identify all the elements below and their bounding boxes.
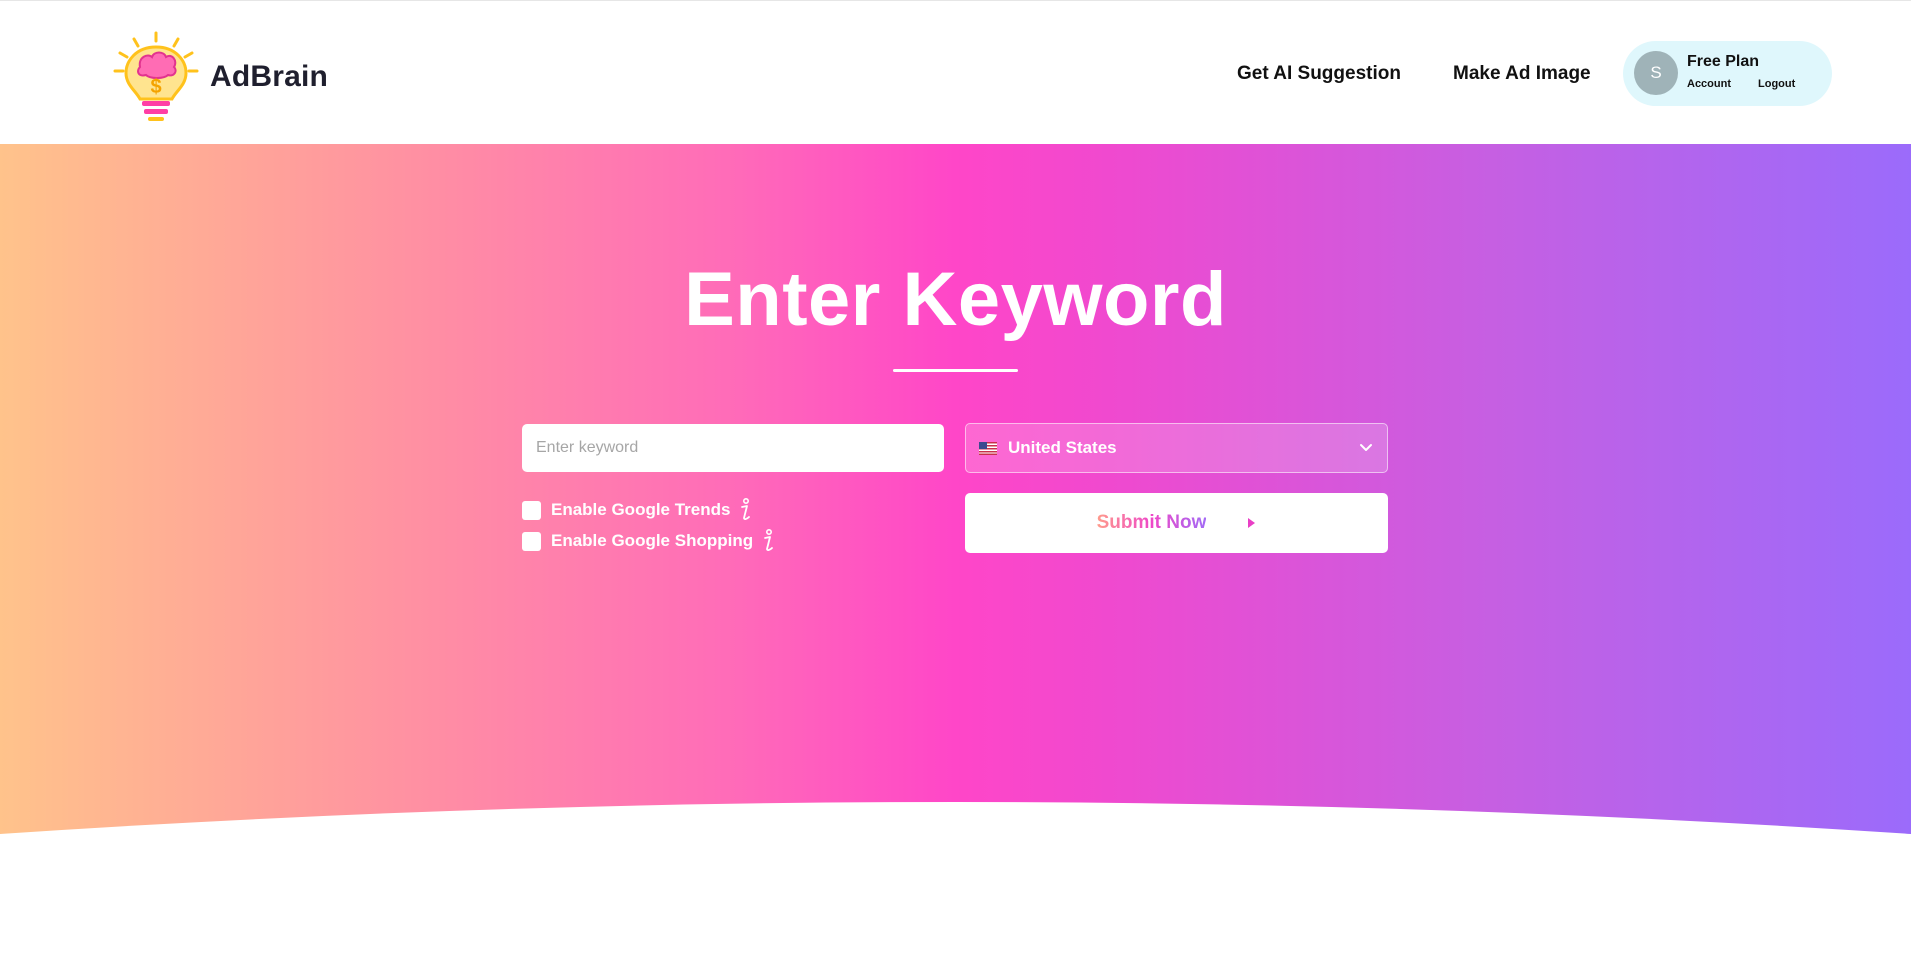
svg-text:$: $	[150, 76, 161, 98]
google-trends-option: Enable Google Trends	[522, 498, 752, 522]
hero-bottom-curve	[0, 802, 1911, 850]
google-trends-checkbox[interactable]	[522, 500, 541, 520]
page: $ AdBrain Get AI Suggestion Make Ad Imag…	[0, 0, 1911, 970]
plan-name: Free Plan	[1687, 53, 1760, 70]
us-flag-icon	[979, 442, 997, 455]
country-select[interactable]: United States	[965, 423, 1388, 473]
title-divider	[893, 369, 1018, 372]
top-header: $ AdBrain Get AI Suggestion Make Ad Imag…	[0, 0, 1911, 144]
lightbulb-brain-dollar-icon: $	[113, 31, 199, 121]
google-shopping-option: Enable Google Shopping	[522, 529, 775, 553]
google-shopping-label[interactable]: Enable Google Shopping	[551, 531, 753, 551]
google-trends-label[interactable]: Enable Google Trends	[551, 500, 730, 520]
arrow-right-icon	[1226, 518, 1256, 528]
info-icon[interactable]	[761, 529, 775, 553]
account-link[interactable]: Account	[1687, 78, 1731, 90]
hero-section	[0, 144, 1911, 844]
logout-link[interactable]: Logout	[1758, 78, 1795, 90]
account-menu: S Free Plan Account Logout	[1623, 41, 1832, 106]
chevron-down-icon	[1360, 444, 1372, 451]
submit-button[interactable]: Submit Now	[965, 493, 1388, 553]
selected-country: United States	[1008, 438, 1117, 457]
avatar[interactable]: S	[1634, 51, 1678, 95]
submit-label: Submit Now	[1096, 512, 1207, 533]
page-title: Enter Keyword	[684, 257, 1227, 342]
nav-make-ad-image[interactable]: Make Ad Image	[1453, 63, 1591, 85]
keyword-input[interactable]	[522, 424, 944, 472]
google-shopping-checkbox[interactable]	[522, 531, 541, 551]
info-icon[interactable]	[738, 498, 752, 522]
nav-get-ai-suggestion[interactable]: Get AI Suggestion	[1237, 63, 1401, 85]
brand-logo[interactable]: $ AdBrain	[112, 31, 328, 123]
brand-name: AdBrain	[210, 60, 329, 93]
